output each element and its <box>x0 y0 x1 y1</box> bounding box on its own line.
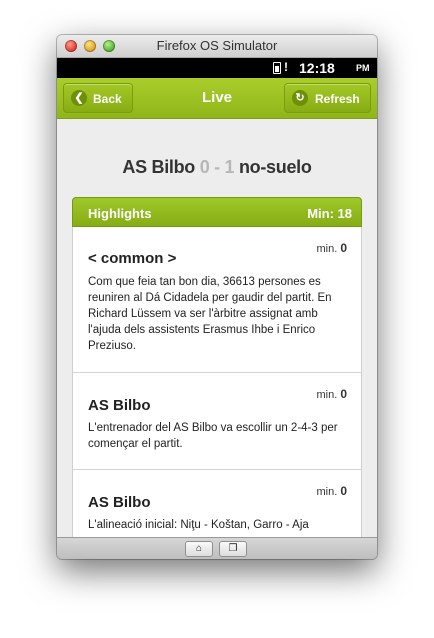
away-team: no-suelo <box>238 157 312 177</box>
score-separator: - <box>214 157 220 177</box>
event-team: AS Bilbo <box>88 397 151 414</box>
cards-icon: ❐ <box>228 543 238 554</box>
window-title: Firefox OS Simulator <box>156 38 278 53</box>
back-button-label: Back <box>93 92 122 106</box>
list-item: min. 0 < common > Com que feia tan bon d… <box>73 227 361 373</box>
simulator-window: Firefox OS Simulator ! 12:18 PM ❮ Back L… <box>57 35 377 559</box>
page-title: Live <box>201 89 232 106</box>
status-time: 12:18 <box>299 60 335 76</box>
event-team: AS Bilbo <box>88 494 151 511</box>
battery-icon <box>273 62 281 74</box>
list-item: min. 0 AS Bilbo L'alineació inicial: Niţ… <box>73 470 361 537</box>
event-text: L'entrenador del AS Bilbo va escollir un… <box>88 422 338 450</box>
back-arrow-icon: ❮ <box>71 90 87 106</box>
home-button[interactable]: ⌂ <box>185 541 213 557</box>
event-text: Com que feia tan bon dia, 36613 persones… <box>88 276 332 352</box>
status-ampm: PM <box>356 63 370 73</box>
highlights-list: min. 0 < common > Com que feia tan bon d… <box>72 227 362 537</box>
event-team: < common > <box>88 250 177 267</box>
event-text: L'alineació inicial: Niţu - Koštan, Garr… <box>88 519 309 531</box>
event-minute: min. 0 <box>316 241 347 255</box>
app-header: ❮ Back Live ↻ Refresh <box>57 78 377 119</box>
event-minute: min. 0 <box>316 387 347 401</box>
refresh-button[interactable]: ↻ Refresh <box>284 83 371 113</box>
highlights-header: Highlights Min: 18 <box>72 197 362 227</box>
home-team: AS Bilbo <box>122 157 196 177</box>
main-content[interactable]: AS Bilbo 0 - 1 no-suelo Highlights Min: … <box>57 119 377 537</box>
cards-view-button[interactable]: ❐ <box>219 541 247 557</box>
phone-statusbar: ! 12:18 PM <box>57 58 377 78</box>
away-score: 1 <box>224 157 235 177</box>
refresh-button-label: Refresh <box>315 92 360 106</box>
highlights-label: Highlights <box>88 206 152 221</box>
match-score: AS Bilbo 0 - 1 no-suelo <box>57 157 377 178</box>
list-item: min. 0 AS Bilbo L'entrenador del AS Bilb… <box>73 373 361 470</box>
back-button[interactable]: ❮ Back <box>63 83 133 113</box>
home-score: 0 <box>199 157 210 177</box>
simulator-bottombar: ⌂ ❐ <box>57 537 377 559</box>
home-icon: ⌂ <box>195 543 203 554</box>
current-minute: Min: 18 <box>307 206 352 221</box>
window-titlebar: Firefox OS Simulator <box>57 35 377 58</box>
alert-indicator: ! <box>284 60 288 74</box>
event-minute: min. 0 <box>316 484 347 498</box>
refresh-icon: ↻ <box>292 90 308 106</box>
